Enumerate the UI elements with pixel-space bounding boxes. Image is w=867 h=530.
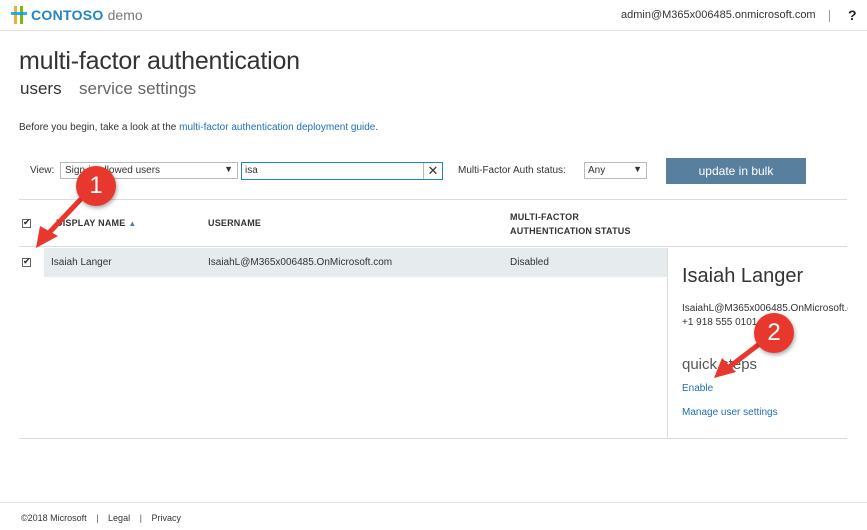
intro-text-prefix: Before you begin, take a look at the [19,122,177,133]
topbar-divider [829,10,830,22]
privacy-link[interactable]: Privacy [151,513,181,523]
header-divider [19,246,847,247]
checkmark-icon: ✔ [23,217,31,227]
copyright: ©2018 Microsoft [21,513,87,523]
view-label: View: [30,165,55,176]
chevron-down-icon: ▼ [633,164,642,174]
footer-separator: | [139,513,142,523]
detail-user-email: IsaiahL@M365x006485.OnMicrosoft.com [682,303,848,314]
manage-user-settings-link[interactable]: Manage user settings [682,407,778,418]
footer-divider [0,502,867,503]
quick-steps-heading: quick steps [682,356,758,373]
mfa-status-label: Multi-Factor Auth status: [458,165,566,176]
mfa-status-dropdown[interactable]: Any ▼ [584,162,647,179]
brand-suffix: demo [107,7,143,23]
mfa-status-value: Any [588,165,606,176]
cell-display-name: Isaiah Langer [51,257,112,268]
search-input-value: isa [245,165,258,176]
enable-mfa-link[interactable]: Enable [682,383,713,394]
column-header-username[interactable]: USERNAME [208,216,261,230]
contoso-logo-icon [11,6,27,24]
top-bar: CONTOSO demo admin@M365x006485.onmicroso… [0,0,867,31]
display-name-header-label: DISPLAY NAME [56,218,126,228]
row-checkbox[interactable]: ✔ [22,256,31,267]
deployment-guide-link[interactable]: multi-factor authentication deployment g… [179,122,375,133]
signed-in-user-email[interactable]: admin@M365x006485.onmicrosoft.com [621,9,816,21]
tab-service-settings[interactable]: service settings [79,79,196,99]
annotation-callout-2: 2 [754,313,794,353]
tab-users[interactable]: users [20,79,62,99]
column-header-mfa-status[interactable]: MULTI-FACTOR AUTHENTICATION STATUS [510,210,660,238]
cell-username: IsaiahL@M365x006485.OnMicrosoft.com [208,257,393,268]
footer-separator: | [96,513,99,523]
search-input[interactable]: isa ✕ [241,162,443,180]
detail-pane-divider [667,248,668,438]
annotation-callout-1: 1 [76,166,116,206]
legal-link[interactable]: Legal [108,513,130,523]
help-icon[interactable]: ? [848,7,857,23]
brand-name: CONTOSO [31,7,104,23]
update-in-bulk-button[interactable]: update in bulk [666,158,806,184]
chevron-down-icon: ▼ [224,164,233,174]
contoso-logo[interactable]: CONTOSO demo [11,6,143,24]
column-header-display-name[interactable]: DISPLAY NAME ▲ [56,216,137,231]
footer: ©2018 Microsoft | Legal | Privacy [21,513,181,523]
select-all-checkbox[interactable]: ✔ [22,217,31,228]
intro-text: Before you begin, take a look at the mul… [19,122,378,133]
cell-mfa-status: Disabled [510,257,549,268]
page-title: multi-factor authentication [19,47,300,75]
checkmark-icon: ✔ [23,256,31,266]
intro-text-end: . [375,122,379,133]
table-bottom-divider [19,438,847,439]
table-top-divider [19,199,847,200]
sort-ascending-icon: ▲ [128,219,137,228]
clear-search-icon[interactable]: ✕ [423,163,442,179]
detail-user-name: Isaiah Langer [682,265,804,287]
